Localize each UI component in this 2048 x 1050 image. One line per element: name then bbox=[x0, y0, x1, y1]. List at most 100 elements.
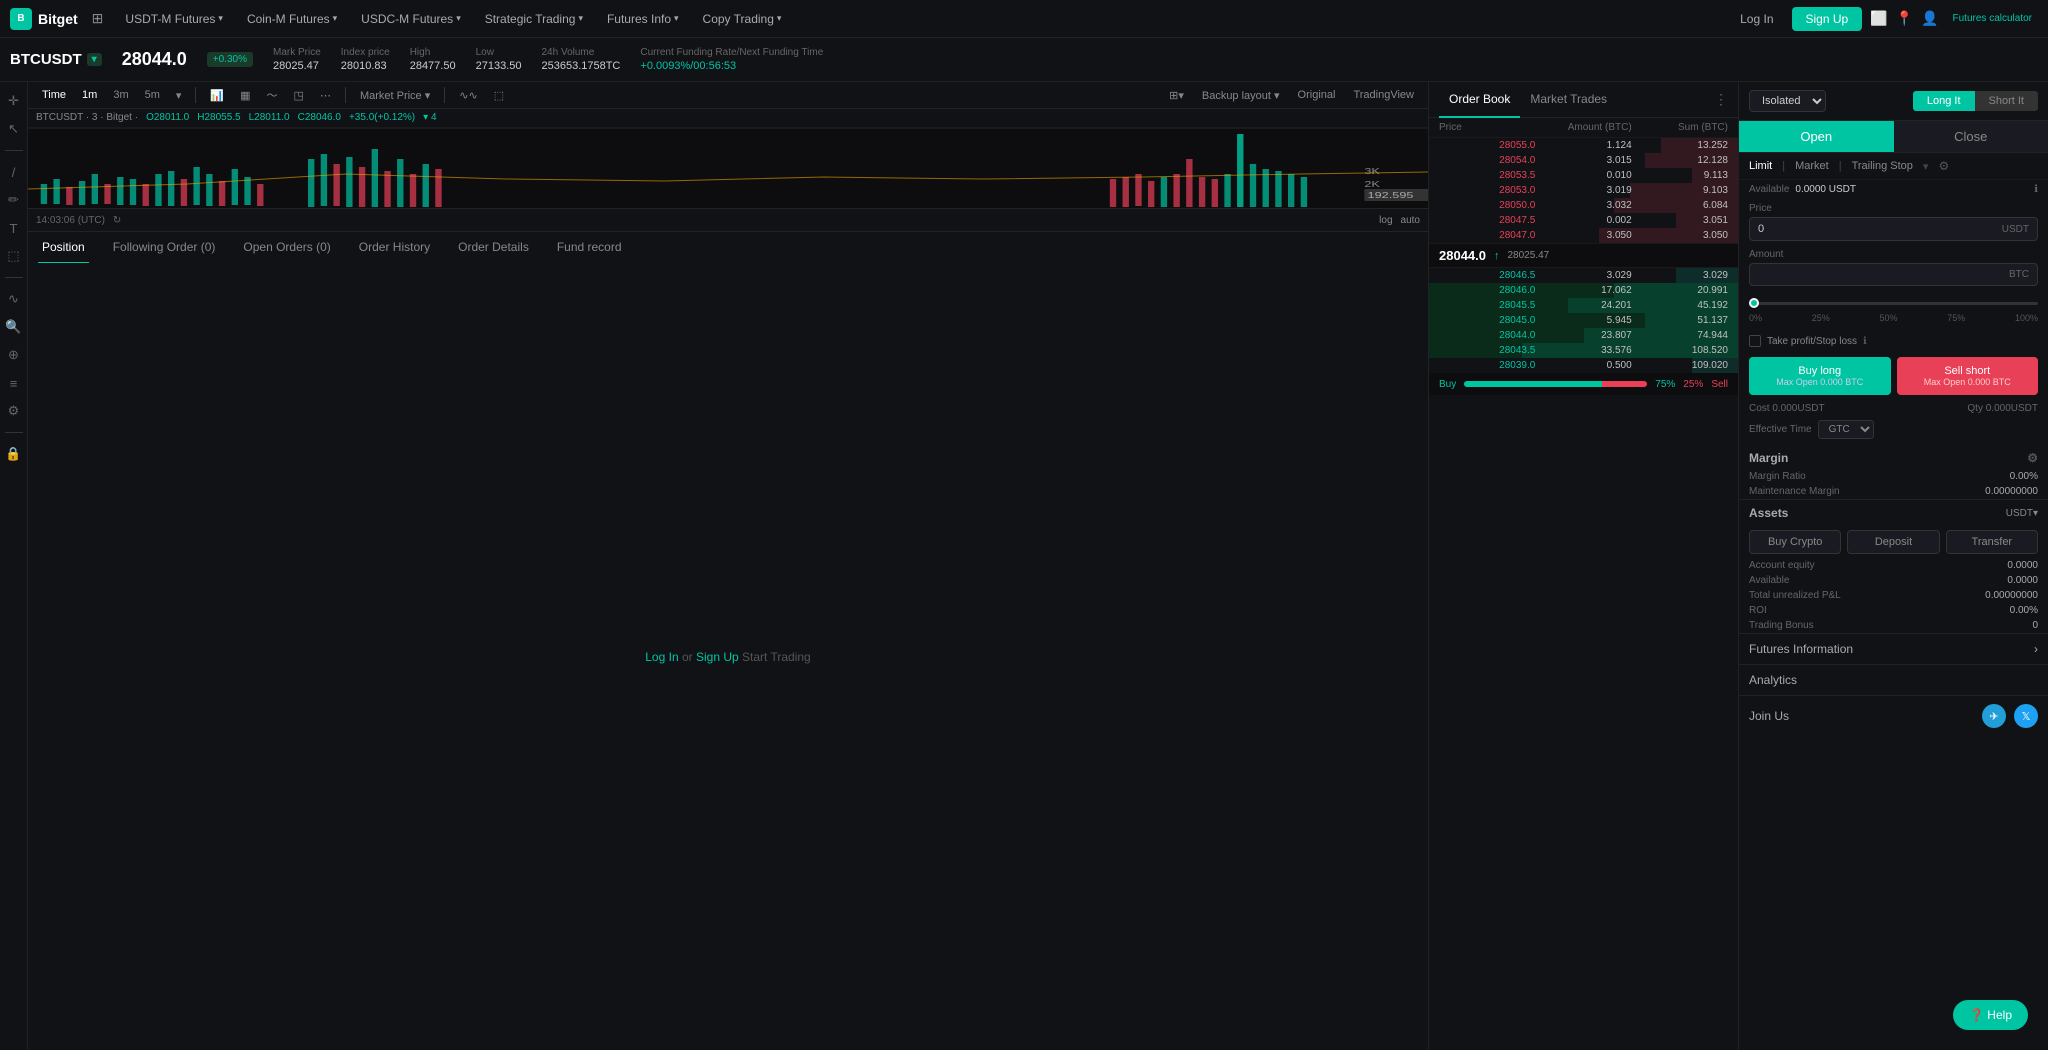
sell-order-row[interactable]: 28047.0 3.050 3.050 bbox=[1429, 228, 1738, 243]
tab-position[interactable]: Position bbox=[38, 232, 89, 264]
original-label[interactable]: Original bbox=[1292, 87, 1342, 103]
buy-long-button[interactable]: Buy long Max Open 0.000 BTC bbox=[1749, 357, 1891, 395]
futures-info-arrow: › bbox=[2034, 642, 2038, 656]
more-chart-icon[interactable]: ⋯ bbox=[314, 87, 337, 104]
margin-settings-icon[interactable]: ⚙ bbox=[2027, 451, 2038, 465]
futures-info-row[interactable]: Futures Information › bbox=[1739, 633, 2048, 664]
available-info-icon[interactable]: ℹ bbox=[2034, 184, 2038, 195]
crosshair-tool[interactable]: ✛ bbox=[3, 90, 25, 112]
market-price-select[interactable]: Market Price ▾ bbox=[354, 87, 436, 104]
line-tool[interactable]: / bbox=[3, 161, 25, 183]
login-link[interactable]: Log In bbox=[645, 650, 678, 664]
nav-coin-futures[interactable]: Coin-M Futures ▾ bbox=[237, 8, 347, 30]
buy-order-row[interactable]: 28046.0 17.062 20.991 bbox=[1429, 283, 1738, 298]
signup-button[interactable]: Sign Up bbox=[1792, 7, 1863, 31]
nav-usdc-futures[interactable]: USDC-M Futures ▾ bbox=[351, 8, 471, 30]
sell-order-row[interactable]: 28053.5 0.010 9.113 bbox=[1429, 168, 1738, 183]
open-button[interactable]: Open bbox=[1739, 121, 1894, 152]
monitor-icon[interactable]: ⬜ bbox=[1870, 10, 1887, 27]
amount-slider[interactable]: 0% 25% 50% 75% 100% bbox=[1739, 290, 2048, 331]
templates-button[interactable]: ⬚ bbox=[488, 87, 510, 104]
order-type-limit[interactable]: Limit bbox=[1749, 160, 1772, 172]
tab-following-order[interactable]: Following Order (0) bbox=[109, 232, 220, 264]
interval-1m[interactable]: 1m bbox=[76, 87, 103, 103]
lock-tool[interactable]: 🔒 bbox=[3, 443, 25, 465]
help-button[interactable]: ❓ Help bbox=[1953, 1000, 2028, 1030]
pair-name[interactable]: BTCUSDT ▾ bbox=[10, 51, 102, 68]
area-chart-icon[interactable]: ◳ bbox=[288, 87, 310, 104]
draw-tool[interactable]: ✏ bbox=[3, 189, 25, 211]
tab-order-history[interactable]: Order History bbox=[355, 232, 434, 264]
isolated-select[interactable]: Isolated Cross bbox=[1749, 90, 1826, 112]
settings-icon[interactable]: 📍 bbox=[1896, 10, 1913, 27]
buy-order-row[interactable]: 28045.5 24.201 45.192 bbox=[1429, 298, 1738, 313]
long-it-button[interactable]: Long It bbox=[1913, 91, 1975, 111]
settings-tool[interactable]: ⚙ bbox=[3, 400, 25, 422]
indicators-button[interactable]: ∿∿ bbox=[453, 87, 483, 104]
buy-order-row[interactable]: 28039.0 0.500 109.020 bbox=[1429, 358, 1738, 373]
tab-order-book[interactable]: Order Book bbox=[1439, 82, 1520, 118]
deposit-button[interactable]: Deposit bbox=[1847, 530, 1939, 554]
zoom-tool[interactable]: 🔍 bbox=[3, 316, 25, 338]
nav-usdt-futures[interactable]: USDT-M Futures ▾ bbox=[115, 8, 233, 30]
interval-5m[interactable]: 5m bbox=[139, 87, 166, 103]
tradingview-label[interactable]: TradingView bbox=[1347, 87, 1420, 103]
tp-sl-info-icon[interactable]: ℹ bbox=[1863, 336, 1867, 347]
auto-toggle[interactable]: auto bbox=[1401, 215, 1420, 226]
line-chart-icon[interactable]: 〜 bbox=[261, 85, 284, 105]
tab-market-trades[interactable]: Market Trades bbox=[1520, 82, 1617, 118]
eff-time-select[interactable]: GTC IOC FOK bbox=[1818, 420, 1874, 439]
interval-3m[interactable]: 3m bbox=[107, 87, 134, 103]
buy-crypto-button[interactable]: Buy Crypto bbox=[1749, 530, 1841, 554]
short-it-button[interactable]: Short It bbox=[1975, 91, 2038, 111]
futures-calculator-button[interactable]: Futures calculator bbox=[1947, 11, 2038, 26]
nav-futures-info[interactable]: Futures Info ▾ bbox=[597, 8, 689, 30]
assets-unit[interactable]: USDT▾ bbox=[2006, 508, 2038, 519]
order-type-trailing[interactable]: Trailing Stop bbox=[1852, 160, 1913, 172]
chart-refresh-icon[interactable]: ↻ bbox=[113, 215, 121, 226]
magnet-tool[interactable]: ⊕ bbox=[3, 344, 25, 366]
bar-chart-icon[interactable]: ▦ bbox=[234, 87, 256, 104]
slider-thumb[interactable] bbox=[1749, 298, 1759, 308]
sell-order-row[interactable]: 28050.0 3.032 6.084 bbox=[1429, 198, 1738, 213]
grid-icon[interactable]: ⊞ bbox=[92, 10, 104, 27]
sell-order-row[interactable]: 28053.0 3.019 9.103 bbox=[1429, 183, 1738, 198]
user-icon[interactable]: 👤 bbox=[1921, 10, 1938, 27]
amount-input[interactable]: BTC bbox=[1749, 263, 2038, 286]
tab-open-orders[interactable]: Open Orders (0) bbox=[239, 232, 334, 264]
sell-short-button[interactable]: Sell short Max Open 0.000 BTC bbox=[1897, 357, 2039, 395]
close-button[interactable]: Close bbox=[1894, 121, 2048, 152]
sell-order-row[interactable]: 28047.5 0.002 3.051 bbox=[1429, 213, 1738, 228]
sell-order-row[interactable]: 28054.0 3.015 12.128 bbox=[1429, 153, 1738, 168]
transfer-button[interactable]: Transfer bbox=[1946, 530, 2038, 554]
nav-copy-trading[interactable]: Copy Trading ▾ bbox=[693, 8, 792, 30]
signup-link[interactable]: Sign Up bbox=[696, 650, 739, 664]
nav-strategic-trading[interactable]: Strategic Trading ▾ bbox=[475, 8, 593, 30]
tp-sl-checkbox[interactable] bbox=[1749, 335, 1761, 347]
measure-tool[interactable]: ⬚ bbox=[3, 245, 25, 267]
indicator-tool[interactable]: ∿ bbox=[3, 288, 25, 310]
twitter-button[interactable]: 𝕏 bbox=[2014, 704, 2038, 728]
chart-layout-icon[interactable]: ⊞▾ bbox=[1163, 87, 1190, 104]
price-input[interactable]: 0 USDT bbox=[1749, 217, 2038, 241]
text-tool[interactable]: T bbox=[3, 217, 25, 239]
layers-tool[interactable]: ≡ bbox=[3, 372, 25, 394]
login-button[interactable]: Log In bbox=[1730, 8, 1783, 30]
buy-order-row[interactable]: 28046.5 3.029 3.029 bbox=[1429, 268, 1738, 283]
telegram-button[interactable]: ✈ bbox=[1982, 704, 2006, 728]
order-type-market[interactable]: Market bbox=[1795, 160, 1829, 172]
candle-icon[interactable]: 📊 bbox=[204, 87, 230, 104]
sell-order-row[interactable]: 28055.0 1.124 13.252 bbox=[1429, 138, 1738, 153]
buy-order-row[interactable]: 28044.0 23.807 74.944 bbox=[1429, 328, 1738, 343]
order-book-menu[interactable]: ⋮ bbox=[1714, 91, 1728, 108]
backup-layout[interactable]: Backup layout ▾ bbox=[1196, 87, 1286, 104]
tab-order-details[interactable]: Order Details bbox=[454, 232, 533, 264]
tab-fund-record[interactable]: Fund record bbox=[553, 232, 626, 264]
interval-more[interactable]: ▾ bbox=[170, 87, 188, 104]
buy-order-row[interactable]: 28043.5 33.576 108.520 bbox=[1429, 343, 1738, 358]
log-toggle[interactable]: log bbox=[1379, 215, 1392, 226]
start-trading-text: Start Trading bbox=[742, 650, 811, 664]
order-settings-icon[interactable]: ⚙ bbox=[1938, 159, 1949, 173]
buy-order-row[interactable]: 28045.0 5.945 51.137 bbox=[1429, 313, 1738, 328]
cursor-tool[interactable]: ↖ bbox=[3, 118, 25, 140]
